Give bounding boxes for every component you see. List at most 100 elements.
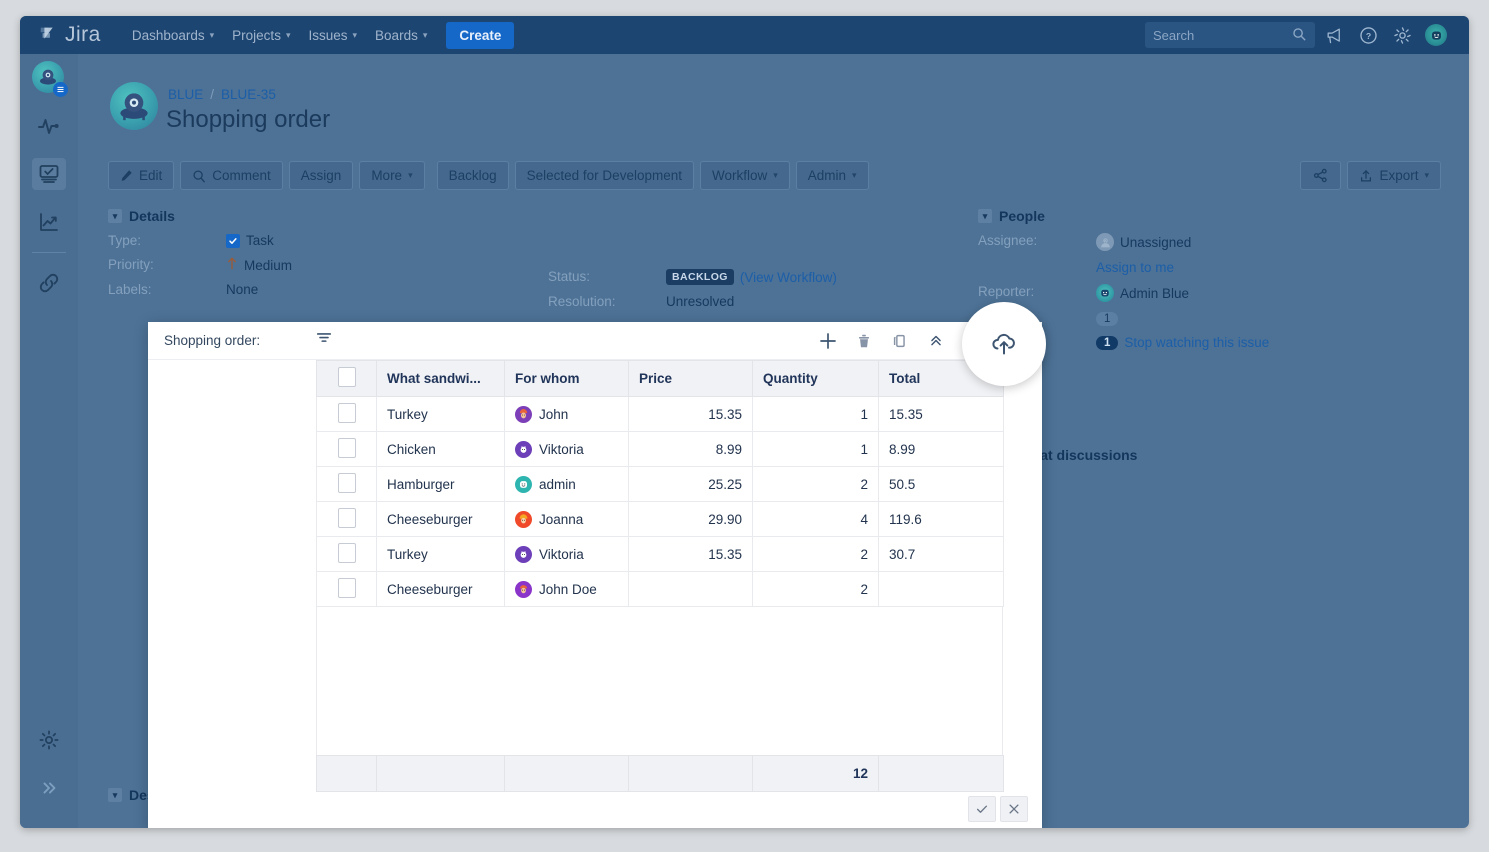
megaphone-icon[interactable] [1319, 20, 1349, 50]
nav-item-issues[interactable]: Issues ▾ [299, 22, 366, 49]
cell-quantity[interactable]: 2 [753, 537, 879, 572]
cell-sandwich[interactable]: Cheeseburger [377, 502, 505, 537]
cell-quantity[interactable]: 2 [753, 572, 879, 607]
table-row[interactable]: Turkey John 15.35 1 15.35 [317, 397, 1004, 432]
more-button[interactable]: More ▾ [359, 161, 424, 190]
column-header-sandwich[interactable]: What sandwi... [377, 361, 505, 397]
sidebar-expand-chevrons-icon[interactable] [20, 764, 78, 812]
search-input[interactable]: Search [1145, 22, 1315, 48]
table-row[interactable]: Cheeseburger Joanna 29.90 4 119.6 [317, 502, 1004, 537]
sidebar-settings-gear-icon[interactable] [20, 716, 78, 764]
cell-price[interactable] [629, 572, 753, 607]
workflow-button[interactable]: Workflow ▾ [700, 161, 790, 190]
cell-sandwich[interactable]: Turkey [377, 397, 505, 432]
cell-for-whom-text: Viktoria [539, 442, 584, 457]
cell-price[interactable]: 25.25 [629, 467, 753, 502]
stop-watching-link[interactable]: Stop watching this issue [1124, 335, 1269, 350]
assign-button[interactable]: Assign [289, 161, 354, 190]
table-row[interactable]: Hamburger admin 25.25 2 50.5 [317, 467, 1004, 502]
cell-for-whom[interactable]: Viktoria [505, 432, 629, 467]
cell-total[interactable]: 119.6 [879, 502, 1004, 537]
cell-total[interactable]: 30.7 [879, 537, 1004, 572]
column-header-for-whom[interactable]: For whom [505, 361, 629, 397]
confirm-button[interactable] [968, 796, 996, 822]
sidebar-item-project-avatar[interactable] [20, 54, 78, 102]
jira-logo[interactable]: Jira [38, 23, 101, 47]
row-checkbox[interactable] [338, 473, 356, 493]
sidebar-item-link[interactable] [20, 259, 78, 307]
cell-total[interactable] [879, 572, 1004, 607]
column-header-quantity[interactable]: Quantity [753, 361, 879, 397]
cell-total[interactable]: 8.99 [879, 432, 1004, 467]
settings-gear-icon[interactable] [1387, 20, 1417, 50]
assign-to-me-link[interactable]: Assign to me [1096, 260, 1174, 275]
cell-total[interactable]: 50.5 [879, 467, 1004, 502]
move-top-icon[interactable] [926, 331, 946, 351]
cell-sandwich[interactable]: Chicken [377, 432, 505, 467]
cell-for-whom[interactable]: John [505, 397, 629, 432]
grid-empty-space[interactable] [316, 607, 1003, 755]
cell-price[interactable]: 15.35 [629, 537, 753, 572]
nav-item-label: Projects [232, 28, 281, 43]
cell-quantity[interactable]: 2 [753, 467, 879, 502]
cell-quantity[interactable]: 1 [753, 432, 879, 467]
cell-for-whom[interactable]: Viktoria [505, 537, 629, 572]
row-checkbox[interactable] [338, 578, 356, 598]
sidebar-item-reports[interactable] [20, 198, 78, 246]
sidebar-item-board[interactable] [20, 150, 78, 198]
cell-sandwich[interactable]: Cheeseburger [377, 572, 505, 607]
cell-sandwich[interactable]: Hamburger [377, 467, 505, 502]
share-button[interactable] [1300, 161, 1341, 190]
breadcrumb-issue-link[interactable]: BLUE-35 [221, 87, 276, 102]
table-row[interactable]: Chicken Viktoria 8.99 1 8.99 [317, 432, 1004, 467]
sidebar-item-activity[interactable] [20, 102, 78, 150]
cell-total[interactable]: 15.35 [879, 397, 1004, 432]
table-row[interactable]: Cheeseburger John Doe 2 [317, 572, 1004, 607]
copy-row-icon[interactable] [890, 331, 910, 351]
cell-quantity[interactable]: 4 [753, 502, 879, 537]
row-checkbox[interactable] [338, 543, 356, 563]
delete-row-icon[interactable] [854, 331, 874, 351]
cell-quantity[interactable]: 1 [753, 397, 879, 432]
column-header-price[interactable]: Price [629, 361, 753, 397]
details-section-header[interactable]: ▾ Details [108, 208, 988, 224]
cell-for-whom[interactable]: Joanna [505, 502, 629, 537]
row-checkbox[interactable] [338, 438, 356, 458]
backlog-button[interactable]: Backlog [437, 161, 509, 190]
admin-button[interactable]: Admin ▾ [796, 161, 869, 190]
row-checkbox[interactable] [338, 403, 356, 423]
unassigned-avatar-icon: ? [1096, 233, 1114, 251]
detail-row-type: Type: Task [108, 233, 988, 248]
cell-sandwich[interactable]: Turkey [377, 537, 505, 572]
breadcrumb-project-link[interactable]: BLUE [168, 87, 203, 102]
table-row[interactable]: Turkey Viktoria 15.35 2 30.7 [317, 537, 1004, 572]
selected-for-development-button[interactable]: Selected for Development [515, 161, 694, 190]
cell-price[interactable]: 29.90 [629, 502, 753, 537]
export-button[interactable]: Export ▾ [1347, 161, 1441, 190]
button-label: Admin [808, 168, 846, 183]
sidebar-bottom-group [20, 716, 78, 812]
nav-item-projects[interactable]: Projects ▾ [223, 22, 299, 49]
cell-for-whom[interactable]: admin [505, 467, 629, 502]
chevron-down-icon: ▾ [286, 30, 291, 41]
cell-price[interactable]: 15.35 [629, 397, 753, 432]
nav-item-dashboards[interactable]: Dashboards ▾ [123, 22, 223, 49]
select-all-header[interactable] [317, 361, 377, 397]
edit-button[interactable]: Edit [108, 161, 174, 190]
cloud-upload-button[interactable] [962, 302, 1046, 386]
nav-item-boards[interactable]: Boards ▾ [366, 22, 436, 49]
people-section-header[interactable]: ▾ People [978, 208, 1408, 224]
filter-icon[interactable] [315, 329, 333, 352]
cancel-button[interactable] [1000, 796, 1028, 822]
profile-avatar[interactable] [1421, 20, 1451, 50]
help-icon[interactable]: ? [1353, 20, 1383, 50]
view-workflow-link[interactable]: (View Workflow) [740, 270, 837, 285]
cell-price[interactable]: 8.99 [629, 432, 753, 467]
comment-button[interactable]: Comment [180, 161, 283, 190]
create-button[interactable]: Create [446, 22, 514, 49]
cell-for-whom[interactable]: John Doe [505, 572, 629, 607]
field-label: Status: [548, 269, 666, 285]
select-all-checkbox[interactable] [338, 367, 356, 387]
add-row-icon[interactable] [818, 331, 838, 351]
row-checkbox[interactable] [338, 508, 356, 528]
